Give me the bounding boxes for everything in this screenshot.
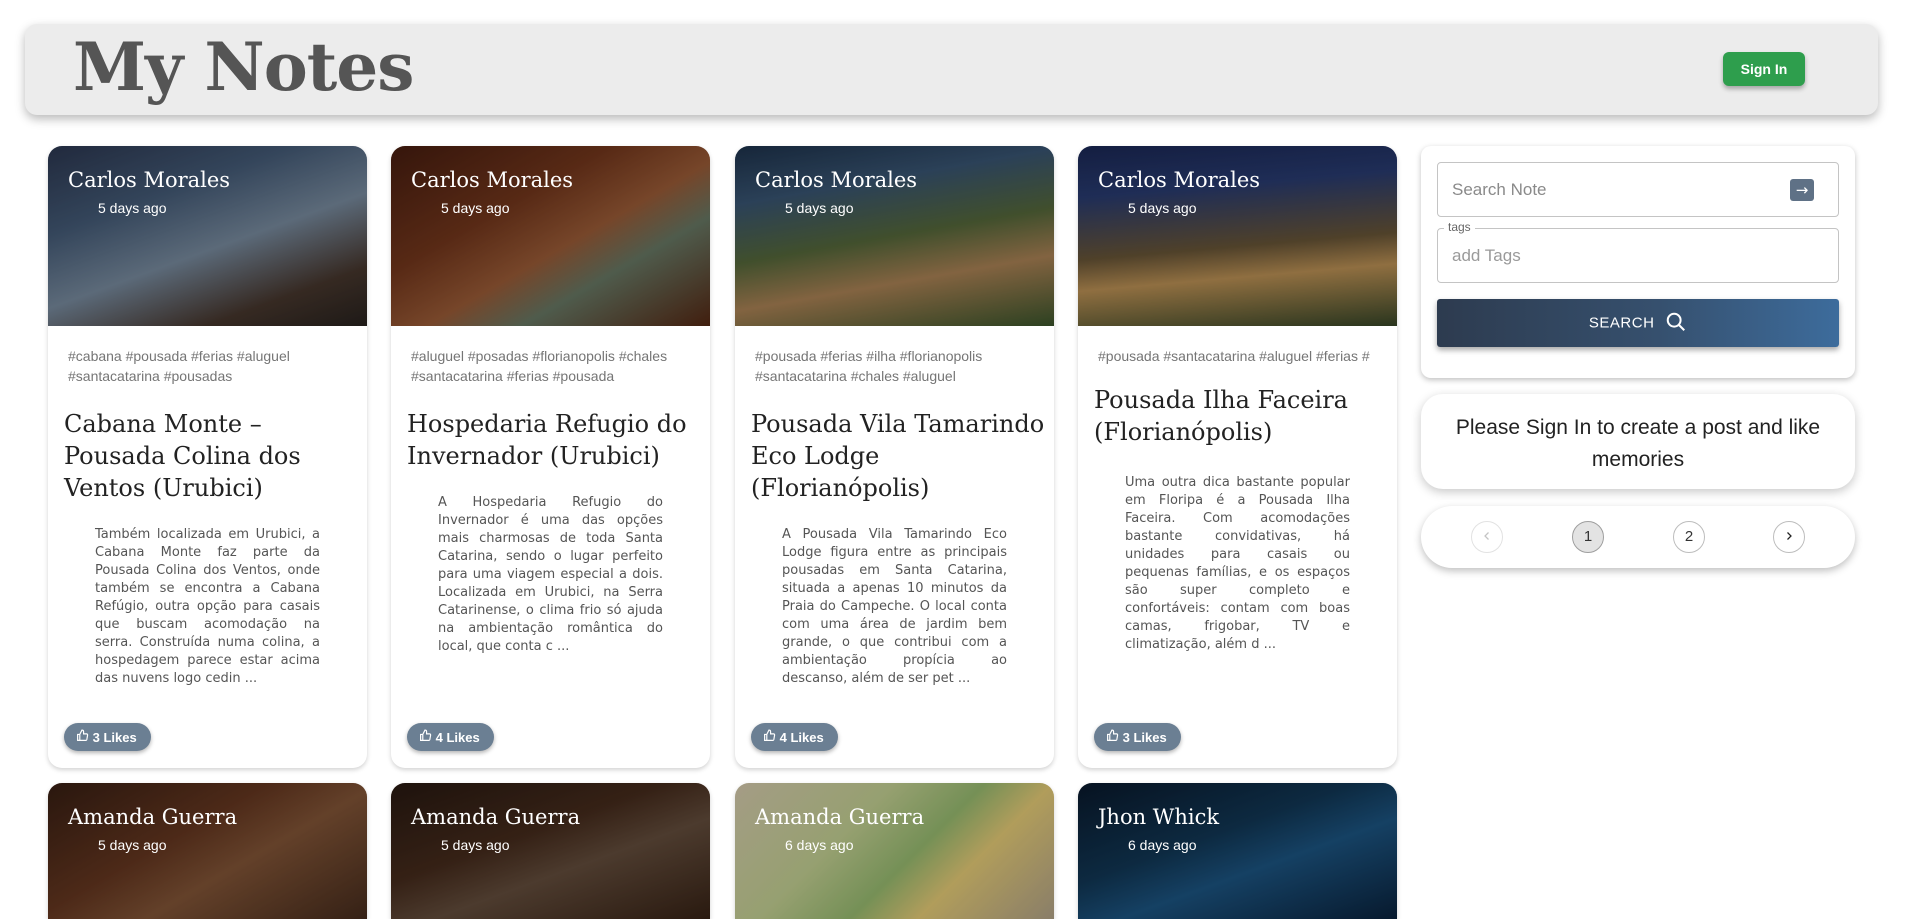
- post-time: 5 days ago: [785, 200, 854, 216]
- page-button-1[interactable]: 1: [1572, 521, 1604, 553]
- like-button[interactable]: 4 Likes: [407, 723, 494, 751]
- post-message: A Pousada Vila Tamarindo Eco Lodge figur…: [782, 527, 1007, 686]
- search-button-label: SEARCH: [1588, 313, 1655, 331]
- post-time: 5 days ago: [441, 837, 510, 853]
- post-author: Carlos Morales: [68, 168, 231, 192]
- like-button[interactable]: 3 Likes: [1094, 723, 1181, 751]
- post-message: Uma outra dica bastante popular em Flori…: [1125, 475, 1350, 652]
- tags-label: tags: [1444, 220, 1475, 234]
- post-author: Amanda Guerra: [68, 805, 238, 829]
- sign-in-notice: Please Sign In to create a post and like…: [1421, 394, 1855, 489]
- post-image: Carlos Morales 5 days ago: [48, 146, 367, 326]
- search-form: → tags SEARCH: [1421, 146, 1855, 378]
- post-time: 5 days ago: [1128, 200, 1197, 216]
- post-image: Amanda Guerra 5 days ago: [48, 783, 367, 919]
- post-tags: #pousada #ferias #ilha #florianopolis #s…: [755, 348, 983, 384]
- post-tags: #pousada #santacatarina #aluguel #ferias…: [1098, 348, 1370, 364]
- sign-in-button[interactable]: Sign In: [1723, 52, 1805, 86]
- post-title: Pousada Vila Tamarindo Eco Lodge (Floria…: [751, 410, 1045, 502]
- post-author: Jhon Whick: [1098, 805, 1220, 829]
- app-bar: My Notes Sign In: [25, 24, 1878, 115]
- search-button[interactable]: SEARCH: [1437, 299, 1839, 347]
- chevron-left-icon: [1481, 528, 1493, 545]
- thumb-up-icon: [76, 729, 89, 745]
- like-count: 3 Likes: [92, 730, 137, 745]
- post-card[interactable]: Carlos Morales 5 days ago #pousada #sant…: [1078, 146, 1397, 768]
- pagination: 1 2: [1421, 506, 1855, 568]
- thumb-up-icon: [419, 729, 432, 745]
- post-time: 6 days ago: [1128, 837, 1197, 853]
- arrow-right-icon[interactable]: →: [1790, 179, 1814, 201]
- post-time: 5 days ago: [98, 200, 167, 216]
- post-card[interactable]: Jhon Whick 6 days ago: [1078, 783, 1397, 919]
- post-card[interactable]: Carlos Morales 5 days ago #cabana #pousa…: [48, 146, 367, 768]
- post-author: Amanda Guerra: [411, 805, 581, 829]
- chevron-right-icon: [1783, 528, 1795, 545]
- tags-input[interactable]: [1450, 245, 1814, 267]
- post-image: Amanda Guerra 5 days ago: [391, 783, 710, 919]
- tags-field[interactable]: tags: [1437, 220, 1839, 283]
- post-image: Carlos Morales 5 days ago: [1078, 146, 1397, 326]
- thumb-up-icon: [763, 729, 776, 745]
- search-input[interactable]: [1450, 179, 1794, 201]
- post-title: Hospedaria Refugio do Invernador (Urubic…: [407, 410, 687, 470]
- post-card[interactable]: Amanda Guerra 6 days ago: [735, 783, 1054, 919]
- thumb-up-icon: [1106, 729, 1119, 745]
- post-author: Carlos Morales: [755, 168, 918, 192]
- like-count: 3 Likes: [1122, 730, 1167, 745]
- post-time: 5 days ago: [98, 837, 167, 853]
- post-tags: #aluguel #posadas #florianopolis #chales…: [411, 348, 668, 384]
- page-button-2[interactable]: 2: [1673, 521, 1705, 553]
- post-author: Carlos Morales: [411, 168, 574, 192]
- post-image: Carlos Morales 5 days ago: [735, 146, 1054, 326]
- search-field[interactable]: →: [1437, 162, 1839, 217]
- post-time: 5 days ago: [441, 200, 510, 216]
- post-tags: #cabana #pousada #ferias #aluguel #santa…: [68, 348, 290, 384]
- search-icon: [1659, 312, 1687, 331]
- app-title: My Notes: [73, 28, 414, 106]
- post-message: A Hospedaria Refugio do Invernador é uma…: [438, 495, 663, 654]
- previous-page-button[interactable]: [1471, 521, 1503, 553]
- post-message: Também localizada em Urubici, a Cabana M…: [95, 527, 320, 686]
- post-image: Jhon Whick 6 days ago: [1078, 783, 1397, 919]
- like-count: 4 Likes: [779, 730, 824, 745]
- post-image: Amanda Guerra 6 days ago: [735, 783, 1054, 919]
- post-time: 6 days ago: [785, 837, 854, 853]
- post-author: Carlos Morales: [1098, 168, 1261, 192]
- post-title: Pousada Ilha Faceira (Florianópolis): [1094, 386, 1348, 446]
- post-card[interactable]: Amanda Guerra 5 days ago: [391, 783, 710, 919]
- post-image: Carlos Morales 5 days ago: [391, 146, 710, 326]
- like-button[interactable]: 4 Likes: [751, 723, 838, 751]
- post-card[interactable]: Carlos Morales 5 days ago #pousada #feri…: [735, 146, 1054, 768]
- post-author: Amanda Guerra: [755, 805, 925, 829]
- like-count: 4 Likes: [435, 730, 480, 745]
- post-card[interactable]: Amanda Guerra 5 days ago: [48, 783, 367, 919]
- like-button[interactable]: 3 Likes: [64, 723, 151, 751]
- post-title: Cabana Monte – Pousada Colina dos Ventos…: [64, 410, 301, 502]
- post-card[interactable]: Carlos Morales 5 days ago #aluguel #posa…: [391, 146, 710, 768]
- next-page-button[interactable]: [1773, 521, 1805, 553]
